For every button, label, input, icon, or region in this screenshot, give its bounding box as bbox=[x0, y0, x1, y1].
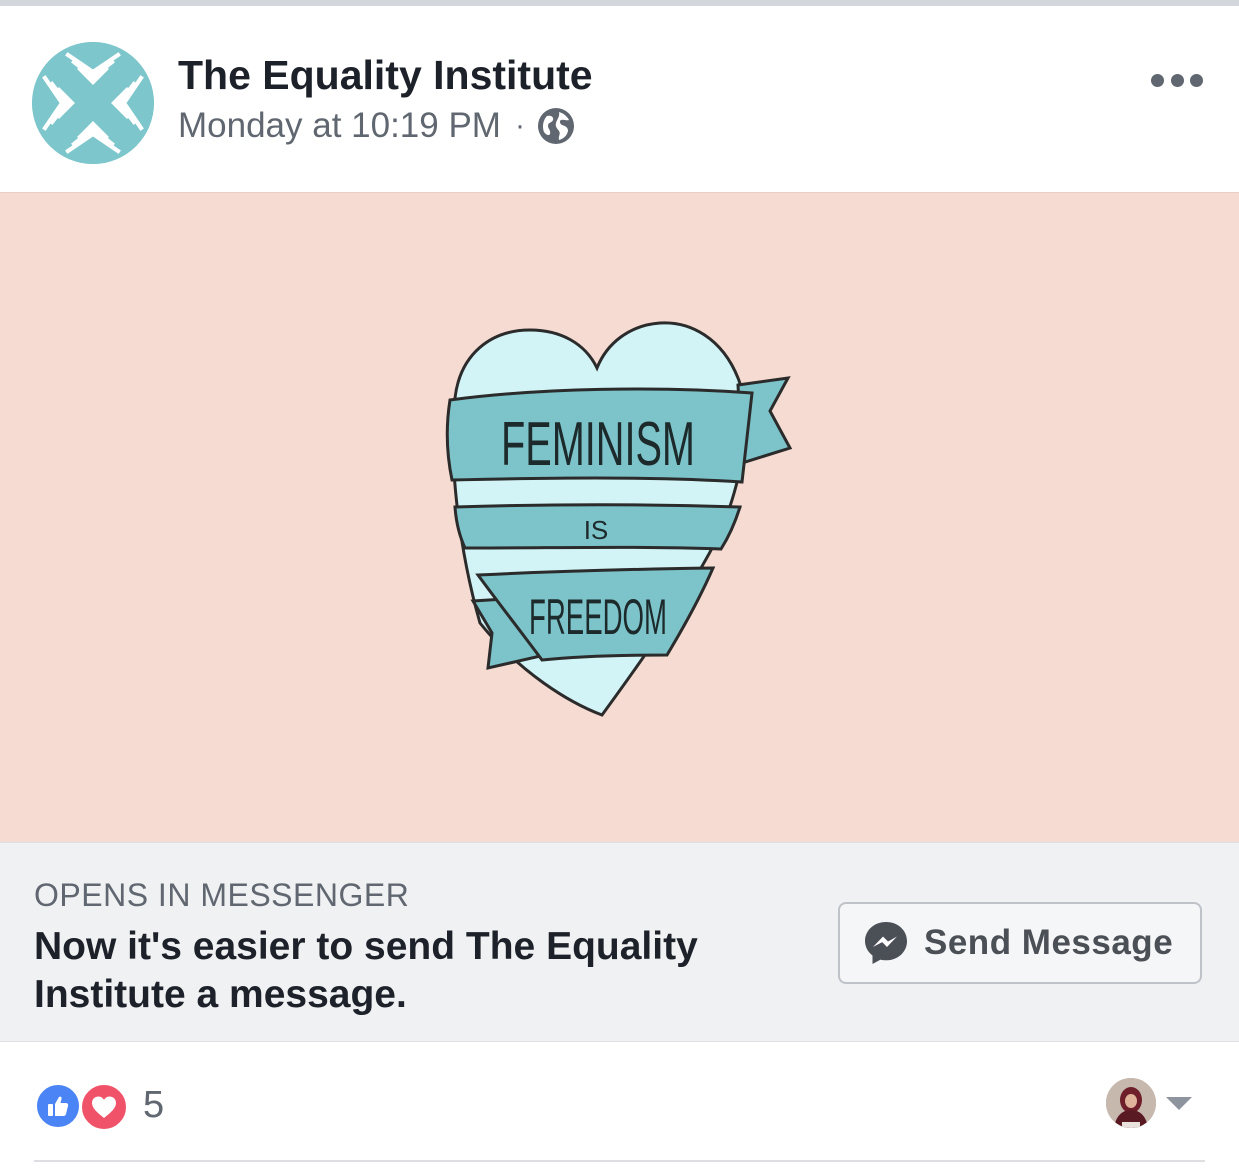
messenger-icon bbox=[865, 922, 907, 964]
feminism-heart-illustration: FEMINISM IS FREEDOM bbox=[445, 321, 793, 717]
globe-icon[interactable] bbox=[537, 107, 575, 145]
heart-text-feminism: FEMINISM bbox=[501, 410, 695, 479]
messenger-cta: OPENS IN MESSENGER Now it's easier to se… bbox=[0, 842, 1239, 1042]
page-name-link[interactable]: The Equality Institute bbox=[178, 52, 593, 99]
equality-institute-logo-icon bbox=[32, 42, 154, 164]
post-footer: 5 bbox=[0, 1042, 1239, 1169]
heart-text-freedom: FREEDOM bbox=[529, 589, 667, 645]
reaction-count[interactable]: 5 bbox=[143, 1084, 164, 1127]
page-avatar[interactable] bbox=[32, 42, 154, 164]
more-dot bbox=[1151, 73, 1164, 87]
love-reaction-icon[interactable] bbox=[79, 1082, 129, 1132]
send-message-button[interactable]: Send Message bbox=[838, 902, 1202, 984]
footer-divider bbox=[34, 1160, 1205, 1162]
like-icon bbox=[48, 1096, 69, 1116]
post-meta: Monday at 10:19 PM · bbox=[178, 106, 575, 146]
more-dot bbox=[1190, 73, 1203, 87]
viewer-avatar[interactable] bbox=[1106, 1078, 1156, 1128]
post-header: The Equality Institute Monday at 10:19 P… bbox=[0, 6, 1239, 192]
like-reaction-icon[interactable] bbox=[34, 1082, 82, 1130]
heart-text-is: IS bbox=[584, 515, 609, 545]
more-dot bbox=[1170, 73, 1184, 87]
more-options-button[interactable] bbox=[1151, 68, 1203, 92]
send-message-label: Send Message bbox=[924, 923, 1174, 962]
chevron-down-icon[interactable] bbox=[1166, 1097, 1192, 1110]
user-avatar-icon bbox=[1106, 1078, 1156, 1128]
post-timestamp[interactable]: Monday at 10:19 PM bbox=[178, 106, 501, 146]
cta-eyebrow: OPENS IN MESSENGER bbox=[34, 877, 410, 913]
love-icon bbox=[92, 1096, 116, 1118]
meta-separator: · bbox=[514, 109, 525, 142]
cta-headline[interactable]: Now it's easier to send The Equality Ins… bbox=[34, 923, 794, 1019]
post-image[interactable]: FEMINISM IS FREEDOM bbox=[0, 192, 1239, 842]
